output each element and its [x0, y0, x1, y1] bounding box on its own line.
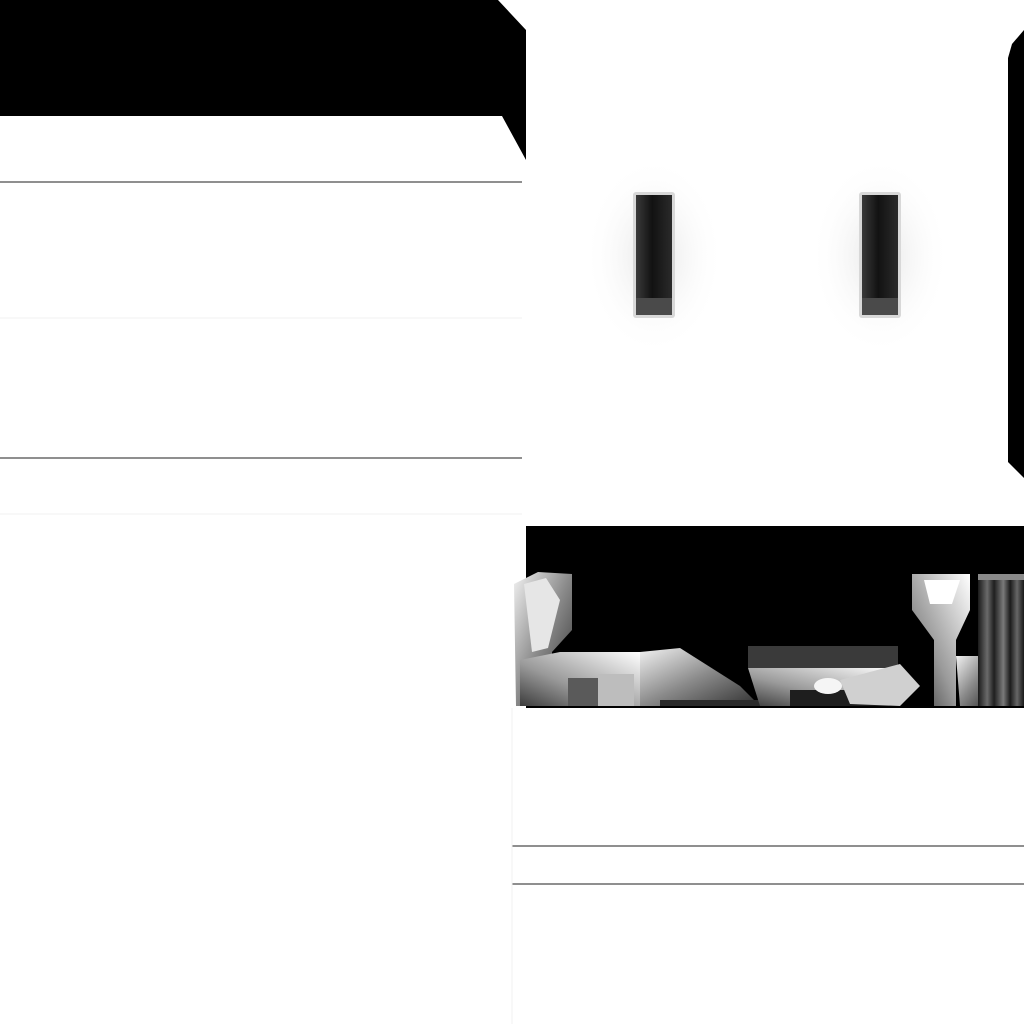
slot-right — [859, 192, 901, 318]
void-right-edge — [1008, 30, 1024, 478]
atlas-canvas — [0, 0, 1024, 1024]
slot-left — [633, 192, 675, 318]
void-top-left — [0, 0, 526, 160]
texture-atlas — [0, 0, 1024, 1024]
